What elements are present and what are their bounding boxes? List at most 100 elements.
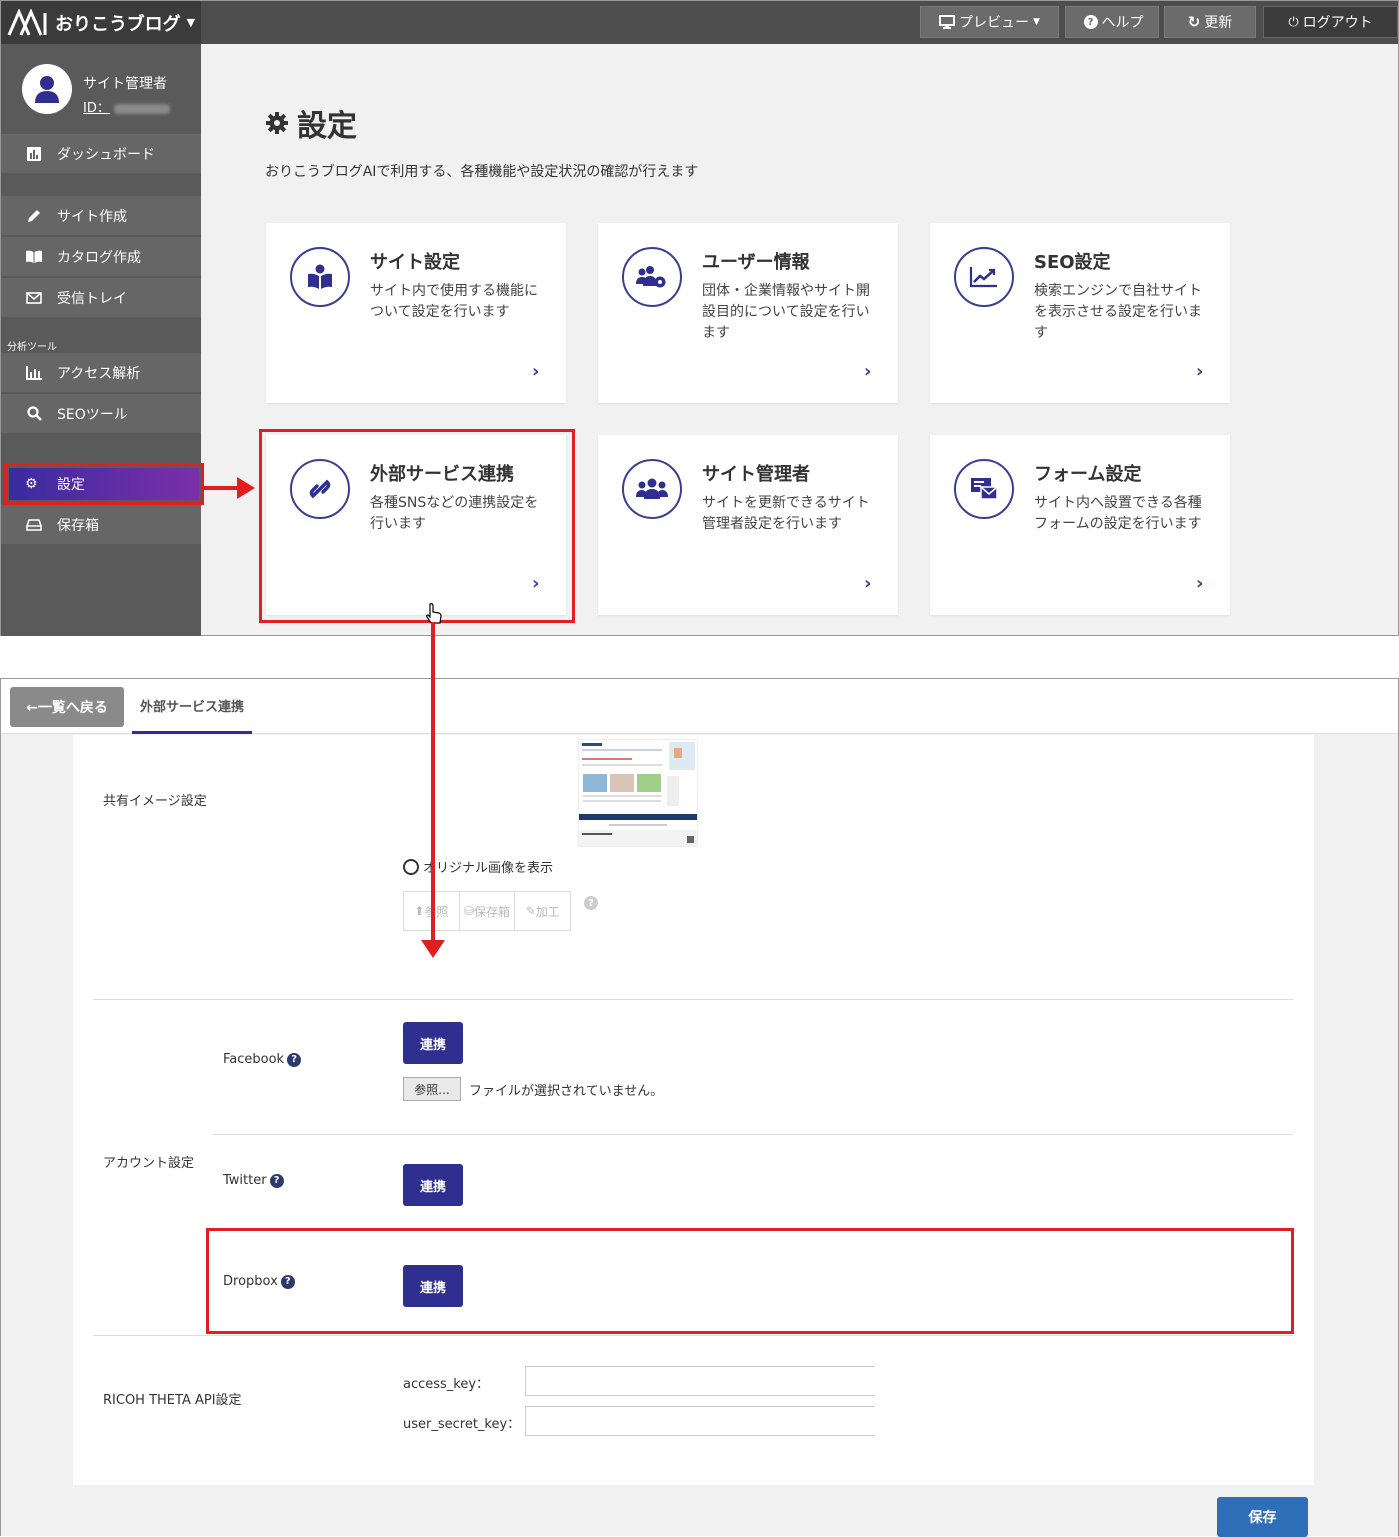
edit-label: 加工 bbox=[535, 904, 560, 919]
refresh-icon: ↻ bbox=[1187, 13, 1201, 31]
preview-label: プレビュー bbox=[959, 15, 1030, 31]
sidebar-group-label: 分析ツール bbox=[7, 342, 57, 353]
card-description: 団体・企業情報やサイト開設目的について設定を行います bbox=[702, 283, 870, 341]
profile: サイト管理者 ID： bbox=[1, 44, 201, 136]
chevron-right-icon: › bbox=[864, 573, 872, 594]
sidebar: サイト管理者 ID： ダッシュボード サイト作成 カタログ作成 受信トレイ 分析… bbox=[1, 44, 201, 636]
highlight-box-external-card bbox=[259, 429, 575, 623]
original-image-label: オリジナル画像を表示 bbox=[423, 861, 554, 876]
file-browse-button[interactable]: 参照... bbox=[403, 1077, 461, 1101]
preview-button[interactable]: プレビュー ▼ bbox=[920, 6, 1059, 38]
access-key-input[interactable] bbox=[525, 1366, 875, 1396]
power-icon: ⏻ bbox=[1288, 14, 1299, 30]
chevron-right-icon: › bbox=[1196, 573, 1204, 594]
top-bar: おりこうブログ ▼ プレビュー ▼ ? ヘルプ ↻ 更新 ⏻ ログアウト bbox=[1, 1, 1398, 44]
sidebar-item-settings[interactable]: ⚙ 設定 bbox=[4, 463, 204, 505]
settings-panel: 共有イメージ設定 オリジナル画像を表示 ⬆ 参照 ⛁ 保存箱 ✎ 加工 ? アカ… bbox=[73, 735, 1314, 1485]
share-image-thumbnail bbox=[578, 739, 698, 847]
divider bbox=[213, 1134, 1293, 1135]
sidebar-item-storage[interactable]: 保存箱 bbox=[1, 504, 201, 544]
page-description: おりこうブログAIで利用する、各種機能や設定状況の確認が行えます bbox=[265, 164, 699, 180]
external-services-screen: ←一覧へ戻る 外部サービス連携 共有イメージ設定 オリジナル画像を表示 ⬆ 参照… bbox=[0, 678, 1399, 1537]
help-label: ヘルプ bbox=[1101, 15, 1144, 31]
sidebar-item-site-create[interactable]: サイト作成 bbox=[1, 195, 201, 235]
card-description: サイト内へ設置できる各種フォームの設定を行います bbox=[1034, 495, 1202, 532]
help-question-icon[interactable]: ? bbox=[287, 1052, 302, 1067]
profile-id-label: ID： bbox=[83, 101, 110, 116]
settings-screen: おりこうブログ ▼ プレビュー ▼ ? ヘルプ ↻ 更新 ⏻ ログアウト サイト… bbox=[0, 0, 1399, 636]
trend-chart-icon bbox=[954, 247, 1014, 307]
twitter-name: Twitter bbox=[223, 1173, 267, 1188]
user-secret-key-input[interactable] bbox=[525, 1406, 875, 1436]
card-title: サイト管理者 bbox=[702, 464, 810, 485]
sidebar-spacer bbox=[1, 434, 201, 464]
storage-label: 保存箱 bbox=[474, 904, 511, 919]
storage-button[interactable]: ⛁ 保存箱 bbox=[460, 892, 516, 930]
sidebar-item-label: 保存箱 bbox=[57, 517, 99, 534]
card-site-settings[interactable]: サイト設定 サイト内で使用する機能について設定を行います › bbox=[266, 223, 566, 403]
brush-icon: ✎ bbox=[525, 904, 536, 918]
back-to-list-button[interactable]: ←一覧へ戻る bbox=[10, 687, 124, 727]
facebook-label: Facebook? bbox=[223, 1052, 302, 1067]
gear-icon bbox=[266, 112, 288, 134]
logo-mark-icon bbox=[7, 8, 47, 36]
users-gear-icon bbox=[622, 247, 682, 307]
search-icon bbox=[25, 406, 43, 421]
profile-name: サイト管理者 bbox=[83, 76, 167, 92]
page-title: 設定 bbox=[265, 101, 357, 145]
card-description: サイトを更新できるサイト管理者設定を行います bbox=[702, 495, 870, 532]
sidebar-item-label: SEOツール bbox=[57, 406, 128, 423]
help-question-icon[interactable]: ? bbox=[584, 896, 598, 910]
access-key-label: access_key： bbox=[403, 1377, 490, 1392]
drive-icon bbox=[25, 518, 43, 531]
upload-icon: ⬆ bbox=[414, 904, 425, 918]
group-icon bbox=[622, 459, 682, 519]
sidebar-item-label: カタログ作成 bbox=[57, 249, 141, 266]
bar-chart-icon bbox=[25, 146, 43, 161]
avatar bbox=[22, 64, 72, 114]
sidebar-item-seo-tool[interactable]: SEOツール bbox=[1, 393, 201, 433]
help-button[interactable]: ? ヘルプ bbox=[1065, 6, 1159, 38]
question-icon: ? bbox=[1083, 15, 1098, 29]
divider bbox=[93, 999, 1293, 1000]
sidebar-item-label: サイト作成 bbox=[57, 208, 127, 225]
annotation-arrow-head bbox=[237, 477, 255, 499]
card-description: サイト内で使用する機能について設定を行います bbox=[370, 283, 538, 320]
card-seo-settings[interactable]: SEO設定 検索エンジンで自社サイトを表示させる設定を行います › bbox=[930, 223, 1230, 403]
sidebar-item-label: 設定 bbox=[57, 477, 85, 493]
twitter-link-button[interactable]: 連携 bbox=[403, 1164, 463, 1206]
radio-circle-icon bbox=[403, 858, 419, 875]
edit-button[interactable]: ✎ 加工 bbox=[515, 892, 570, 930]
card-form-settings[interactable]: フォーム設定 サイト内へ設置できる各種フォームの設定を行います › bbox=[930, 435, 1230, 615]
logout-button[interactable]: ⏻ ログアウト bbox=[1263, 6, 1398, 38]
sidebar-item-access-analysis[interactable]: アクセス解析 bbox=[1, 352, 201, 392]
card-title: フォーム設定 bbox=[1034, 464, 1142, 485]
app-logo[interactable]: おりこうブログ ▼ bbox=[1, 1, 201, 44]
sidebar-item-label: アクセス解析 bbox=[57, 365, 141, 382]
annotation-arrow-line bbox=[431, 622, 435, 944]
chevron-right-icon: › bbox=[864, 361, 872, 382]
divider bbox=[93, 1335, 1293, 1336]
original-image-radio[interactable]: オリジナル画像を表示 bbox=[403, 857, 553, 876]
app-name: おりこうブログ bbox=[55, 13, 181, 35]
twitter-label: Twitter? bbox=[223, 1173, 284, 1188]
profile-id[interactable]: ID： bbox=[83, 97, 170, 116]
help-question-icon[interactable]: ? bbox=[269, 1173, 284, 1188]
refresh-button[interactable]: ↻ 更新 bbox=[1164, 6, 1256, 38]
tab-bar: ←一覧へ戻る 外部サービス連携 bbox=[1, 679, 1398, 734]
annotation-arrow-line bbox=[204, 486, 240, 490]
sidebar-item-dashboard[interactable]: ダッシュボード bbox=[1, 133, 201, 173]
tab-external-services[interactable]: 外部サービス連携 bbox=[132, 679, 252, 734]
card-user-info[interactable]: ユーザー情報 団体・企業情報やサイト開設目的について設定を行います › bbox=[598, 223, 898, 403]
sidebar-item-catalog[interactable]: カタログ作成 bbox=[1, 236, 201, 276]
book-reader-icon bbox=[290, 247, 350, 307]
form-mail-icon bbox=[954, 459, 1014, 519]
facebook-link-button[interactable]: 連携 bbox=[403, 1022, 463, 1064]
save-button[interactable]: 保存 bbox=[1217, 1497, 1308, 1537]
card-site-admins[interactable]: サイト管理者 サイトを更新できるサイト管理者設定を行います › bbox=[598, 435, 898, 615]
chevron-right-icon: › bbox=[532, 361, 540, 382]
card-title: サイト設定 bbox=[370, 252, 460, 273]
account-settings-label: アカウント設定 bbox=[103, 1156, 195, 1171]
sidebar-item-inbox[interactable]: 受信トレイ bbox=[1, 277, 201, 317]
highlight-box-dropbox bbox=[206, 1228, 1294, 1334]
